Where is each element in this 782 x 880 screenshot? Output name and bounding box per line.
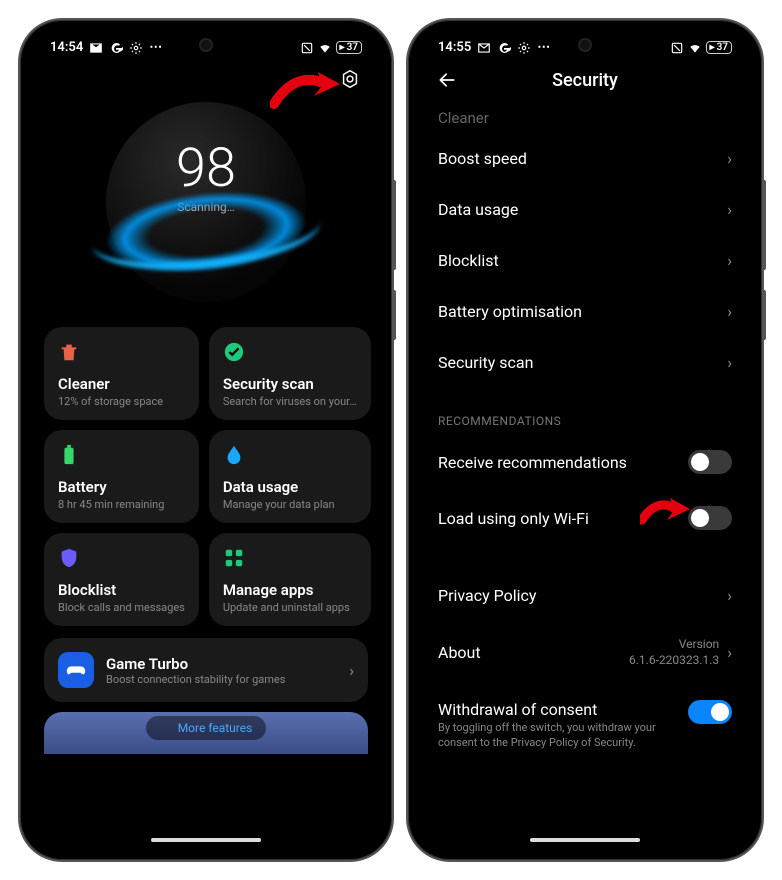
row-label: Security scan — [438, 353, 533, 372]
chevron-right-icon: › — [727, 251, 732, 270]
annotation-arrow-icon — [270, 70, 340, 114]
row-label: Data usage — [438, 200, 518, 219]
volume-button — [392, 180, 396, 270]
chevron-right-icon: › — [727, 200, 732, 219]
gmail-icon — [89, 41, 103, 55]
game-turbo-title: Game Turbo — [106, 655, 337, 673]
tile-security-scan[interactable]: Security scan Search for viruses on your… — [209, 327, 371, 420]
power-button — [762, 290, 766, 340]
game-turbo-subtitle: Boost connection stability for games — [106, 673, 337, 686]
chevron-right-icon: › — [349, 661, 354, 680]
no-sim-icon — [300, 41, 314, 55]
toggle-switch[interactable] — [688, 450, 732, 474]
row-label: Load using only Wi-Fi — [438, 509, 589, 528]
gear-icon — [339, 68, 361, 90]
more-features-panel[interactable]: More features — [44, 712, 368, 754]
home-indicator[interactable] — [151, 838, 261, 842]
list-item-privacy-policy[interactable]: Privacy Policy › — [438, 570, 732, 621]
list-item-security-scan[interactable]: Security scan › — [438, 337, 732, 388]
tile-subtitle: 8 hr 45 min remaining — [58, 498, 185, 511]
battery-icon: ▸37 — [706, 41, 732, 54]
toggle-switch[interactable] — [688, 506, 732, 530]
chevron-right-icon: › — [727, 643, 732, 662]
phone-frame-security-app: 14:54 ⋯ ▸37 — [20, 20, 392, 860]
row-subtitle: By toggling off the switch, you withdraw… — [438, 721, 688, 751]
no-sim-icon — [670, 41, 684, 55]
phone-frame-security-settings: 14:55 ⋯ ▸37 Security Cleaner — [408, 20, 762, 860]
row-label: About — [438, 643, 481, 662]
scan-orb: 98 Scanning… — [30, 87, 382, 317]
annotation-arrow-icon — [640, 494, 690, 534]
tile-subtitle: Search for viruses on your… — [223, 395, 357, 408]
chevron-right-icon: › — [727, 302, 732, 321]
google-icon — [109, 41, 123, 55]
check-circle-icon — [223, 341, 245, 363]
statusbar-time: 14:55 — [438, 40, 471, 55]
download-icon — [160, 722, 172, 734]
tile-subtitle: 12% of storage space — [58, 395, 185, 408]
row-label: Boost speed — [438, 149, 527, 168]
list-item-about[interactable]: About Version 6.1.6-220323.1.3 › — [438, 621, 732, 684]
more-features-label: More features — [178, 721, 253, 735]
chevron-right-icon: › — [727, 353, 732, 372]
tile-blocklist[interactable]: Blocklist Block calls and messages — [44, 533, 199, 626]
toggle-receive-recommendations[interactable]: Receive recommendations — [438, 434, 732, 490]
google-icon — [497, 41, 511, 55]
tile-cleaner[interactable]: Cleaner 12% of storage space — [44, 327, 199, 420]
overflow-dots-icon: ⋯ — [149, 40, 164, 55]
tile-battery[interactable]: Battery 8 hr 45 min remaining — [44, 430, 199, 523]
tile-subtitle: Update and uninstall apps — [223, 601, 357, 614]
power-button — [392, 290, 396, 340]
statusbar-time: 14:54 — [50, 40, 83, 55]
list-item-blocklist[interactable]: Blocklist › — [438, 235, 732, 286]
list-item-battery-optimisation[interactable]: Battery optimisation › — [438, 286, 732, 337]
settings-gear-button[interactable] — [336, 65, 364, 93]
list-item-cutoff[interactable]: Cleaner — [438, 107, 732, 133]
tile-title: Data usage — [223, 478, 357, 496]
chevron-right-icon: › — [727, 149, 732, 168]
tile-data-usage[interactable]: Data usage Manage your data plan — [209, 430, 371, 523]
page-title: Security — [434, 70, 736, 91]
tile-title: Cleaner — [58, 375, 185, 393]
tile-subtitle: Block calls and messages — [58, 601, 185, 614]
row-label: Privacy Policy — [438, 586, 537, 605]
apps-icon — [223, 547, 245, 569]
gear-mini-icon — [517, 41, 531, 55]
volume-button — [762, 180, 766, 270]
battery-icon: ▸37 — [336, 41, 362, 54]
tile-title: Security scan — [223, 375, 357, 393]
feature-tiles: Cleaner 12% of storage space Security sc… — [30, 317, 382, 626]
tile-subtitle: Manage your data plan — [223, 498, 357, 511]
tile-title: Battery — [58, 478, 185, 496]
list-item-boost-speed[interactable]: Boost speed › — [438, 133, 732, 184]
toggle-withdraw-consent[interactable]: Withdrawal of consent By toggling off th… — [438, 684, 732, 767]
tile-manage-apps[interactable]: Manage apps Update and uninstall apps — [209, 533, 371, 626]
gmail-icon — [477, 41, 491, 55]
row-label: Battery optimisation — [438, 302, 582, 321]
version-block: Version 6.1.6-220323.1.3 — [629, 637, 719, 668]
toggle-switch[interactable] — [688, 700, 732, 724]
tile-title: Manage apps — [223, 581, 357, 599]
gamepad-icon — [58, 652, 94, 688]
chevron-right-icon: › — [727, 586, 732, 605]
overflow-dots-icon: ⋯ — [537, 40, 552, 55]
home-indicator[interactable] — [530, 838, 640, 842]
wifi-icon — [318, 41, 332, 55]
row-label: Blocklist — [438, 251, 499, 270]
camera-notch — [199, 38, 213, 52]
row-label: Withdrawal of consent — [438, 700, 688, 719]
drop-icon — [223, 444, 245, 466]
row-label: Receive recommendations — [438, 453, 627, 472]
list-item-data-usage[interactable]: Data usage › — [438, 184, 732, 235]
trash-icon — [58, 341, 80, 363]
tile-title: Blocklist — [58, 581, 185, 599]
game-turbo-row[interactable]: Game Turbo Boost connection stability fo… — [44, 638, 368, 702]
section-header-recommendations: RECOMMENDATIONS — [438, 388, 732, 434]
camera-notch — [578, 38, 592, 52]
wifi-icon — [688, 41, 702, 55]
battery-icon — [58, 444, 80, 466]
shield-icon — [58, 547, 80, 569]
gear-mini-icon — [129, 41, 143, 55]
